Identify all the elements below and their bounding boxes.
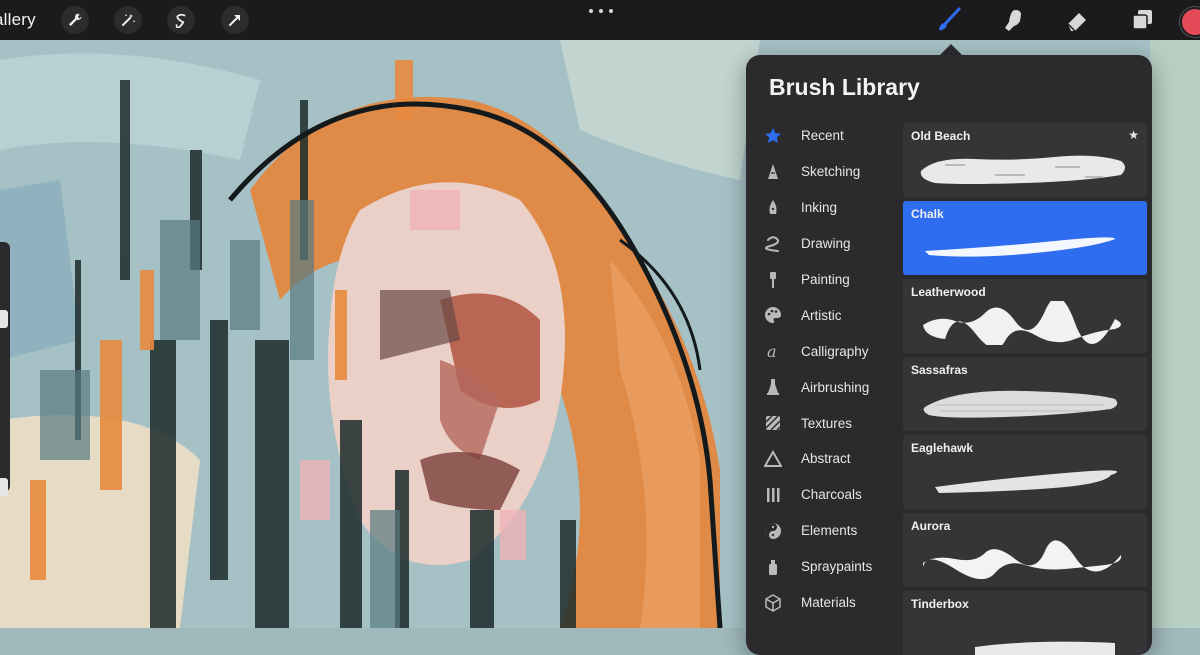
brush-name: Tinderbox bbox=[911, 597, 969, 611]
category-elements[interactable]: Elements bbox=[746, 513, 902, 549]
brush-stroke-preview bbox=[935, 470, 1118, 493]
brush-item-tinderbox[interactable]: Tinderbox bbox=[903, 591, 1147, 655]
svg-text:a: a bbox=[767, 342, 777, 360]
category-drawing[interactable]: Drawing bbox=[746, 226, 902, 262]
category-airbrushing[interactable]: Airbrushing bbox=[746, 369, 902, 405]
yin-yang-icon bbox=[763, 521, 783, 541]
category-calligraphy[interactable]: a Calligraphy bbox=[746, 333, 902, 369]
category-painting[interactable]: Painting bbox=[746, 262, 902, 298]
brush-stroke-preview bbox=[923, 390, 1118, 418]
brush-size-slider[interactable] bbox=[0, 310, 8, 328]
more-options-icon[interactable] bbox=[589, 4, 613, 18]
brush-item-chalk[interactable]: Chalk bbox=[903, 201, 1147, 275]
top-toolbar: allery bbox=[0, 0, 1200, 40]
spraycan-icon bbox=[763, 557, 783, 577]
layers-button[interactable] bbox=[1127, 5, 1157, 35]
magic-wand-icon bbox=[122, 14, 136, 26]
squiggle-icon bbox=[763, 234, 783, 254]
category-inking[interactable]: Inking bbox=[746, 190, 902, 226]
airbrush-icon bbox=[763, 377, 783, 397]
calligraphy-a-icon: a bbox=[763, 341, 783, 361]
brush-stroke-preview bbox=[920, 155, 1125, 184]
brush-icon bbox=[939, 7, 961, 31]
cube-icon bbox=[763, 593, 783, 613]
category-recent[interactable]: Recent bbox=[746, 118, 902, 154]
star-icon bbox=[763, 126, 783, 146]
gallery-button[interactable]: allery bbox=[0, 10, 36, 30]
ink-nib-icon bbox=[763, 198, 783, 218]
brush-item-leatherwood[interactable]: Leatherwood bbox=[903, 279, 1147, 353]
smudge-finger-icon bbox=[1005, 10, 1021, 31]
brush-name: Sassafras bbox=[911, 363, 968, 377]
selection-button[interactable] bbox=[167, 6, 195, 34]
brush-list: Old Beach ★ Chalk Leatherwood Sassafras bbox=[903, 123, 1147, 655]
texture-hatch-icon bbox=[763, 413, 783, 433]
brush-item-aurora[interactable]: Aurora bbox=[903, 513, 1147, 587]
opacity-slider[interactable] bbox=[0, 478, 8, 496]
favorite-star-icon[interactable]: ★ bbox=[1128, 128, 1139, 142]
selection-s-icon bbox=[175, 13, 186, 28]
brush-tool-button[interactable] bbox=[934, 5, 964, 35]
category-sketching[interactable]: Sketching bbox=[746, 154, 902, 190]
category-charcoals[interactable]: Charcoals bbox=[746, 477, 902, 513]
triangle-icon bbox=[763, 449, 783, 469]
transform-arrow-icon bbox=[229, 15, 240, 26]
category-spraypaints[interactable]: Spraypaints bbox=[746, 549, 902, 585]
transform-button[interactable] bbox=[221, 6, 249, 34]
brush-category-list: Recent Sketching Inking Drawing Painting… bbox=[746, 118, 902, 620]
brush-name: Aurora bbox=[911, 519, 951, 533]
left-sidebar bbox=[0, 242, 10, 496]
brush-library-panel: Brush Library Recent Sketching Inking Dr… bbox=[746, 55, 1152, 655]
category-abstract[interactable]: Abstract bbox=[746, 441, 902, 477]
brush-name: Eaglehawk bbox=[911, 441, 974, 455]
brush-stroke-preview bbox=[975, 641, 1115, 655]
brush-item-sassafras[interactable]: Sassafras bbox=[903, 357, 1147, 431]
color-picker-swatch[interactable] bbox=[1180, 7, 1200, 37]
brush-stroke-preview bbox=[925, 237, 1115, 257]
panel-title: Brush Library bbox=[769, 74, 920, 100]
actions-wrench-button[interactable] bbox=[61, 6, 89, 34]
brush-name: Leatherwood bbox=[911, 285, 986, 299]
category-artistic[interactable]: Artistic bbox=[746, 297, 902, 333]
brush-item-eaglehawk[interactable]: Eaglehawk bbox=[903, 435, 1147, 509]
category-textures[interactable]: Textures bbox=[746, 405, 902, 441]
brush-item-old-beach[interactable]: Old Beach ★ bbox=[903, 123, 1147, 197]
eraser-tool-button[interactable] bbox=[1062, 5, 1092, 35]
eraser-icon bbox=[1067, 13, 1086, 32]
category-materials[interactable]: Materials bbox=[746, 585, 902, 621]
brush-name: Chalk bbox=[911, 207, 944, 221]
palette-icon bbox=[763, 305, 783, 325]
adjustments-wand-button[interactable] bbox=[114, 6, 142, 34]
brush-stroke-preview bbox=[923, 301, 1121, 345]
charcoal-bars-icon bbox=[763, 485, 783, 505]
wrench-icon bbox=[69, 13, 82, 26]
layers-icon bbox=[1132, 10, 1152, 30]
smudge-tool-button[interactable] bbox=[998, 5, 1028, 35]
paintbrush-icon bbox=[763, 270, 783, 290]
pencil-tip-icon bbox=[763, 162, 783, 182]
brush-stroke-preview bbox=[923, 540, 1122, 579]
brush-name: Old Beach bbox=[911, 129, 971, 143]
